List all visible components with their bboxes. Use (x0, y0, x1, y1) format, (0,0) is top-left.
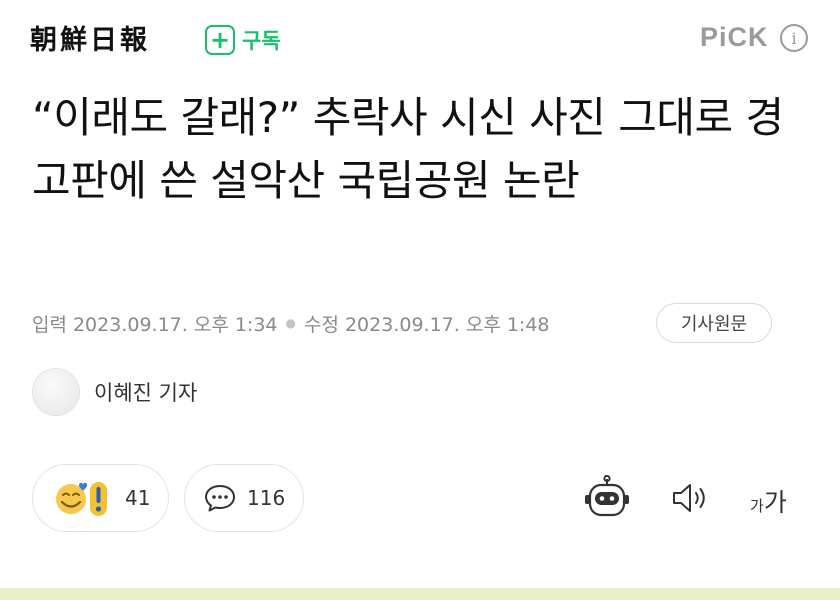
subscribe-label: 구독 (242, 29, 281, 53)
listen-button[interactable] (670, 481, 710, 515)
emoji-reaction-icon (56, 482, 107, 516)
published-label: 입력 (32, 313, 67, 336)
subscribe-button[interactable]: + 구독 (205, 21, 281, 59)
ai-robot-icon (585, 475, 629, 517)
article-header: 朝鮮日報 + 구독 PiCK i (0, 0, 840, 80)
separator-dot: ● (285, 316, 296, 330)
font-large-glyph: 가 (763, 488, 787, 517)
published-time: 2023.09.17. 오후 1:34 (72, 313, 278, 336)
emoji-reaction-count: 41 (125, 486, 151, 510)
comment-button[interactable]: 116 (184, 464, 304, 532)
article-timestamps: 입력 2023.09.17. 오후 1:34 ● 수정 2023.09.17. … (32, 303, 550, 343)
modified-label: 수정 (304, 313, 339, 336)
font-small-glyph: 가 (750, 497, 764, 515)
font-size-button[interactable]: 가가 (750, 483, 787, 519)
article-headline: “이래도 갈래?” 추락사 시신 사진 그대로 경고판에 쓴 설악산 국립공원 … (32, 93, 784, 205)
font-size-icon: 가가 (750, 488, 787, 517)
modified-time: 2023.09.17. 오후 1:48 (344, 313, 550, 336)
ai-summary-button[interactable] (584, 475, 630, 519)
original-article-button[interactable]: 기사원문 (656, 303, 772, 343)
info-icon[interactable]: i (780, 24, 808, 52)
reporter-info[interactable]: 이혜진 기자 (32, 367, 197, 417)
comment-count: 116 (247, 486, 286, 510)
bottom-edge-strip (0, 588, 840, 600)
speaker-icon (673, 484, 705, 512)
pick-logo: PiCK (700, 22, 769, 52)
reporter-name: 이혜진 기자 (94, 381, 198, 405)
emoji-reaction-button[interactable]: 41 (32, 464, 169, 532)
comment-icon (205, 485, 235, 512)
plus-icon: + (205, 25, 235, 55)
press-logo[interactable]: 朝鮮日報 (30, 18, 150, 57)
reporter-avatar (32, 368, 80, 416)
